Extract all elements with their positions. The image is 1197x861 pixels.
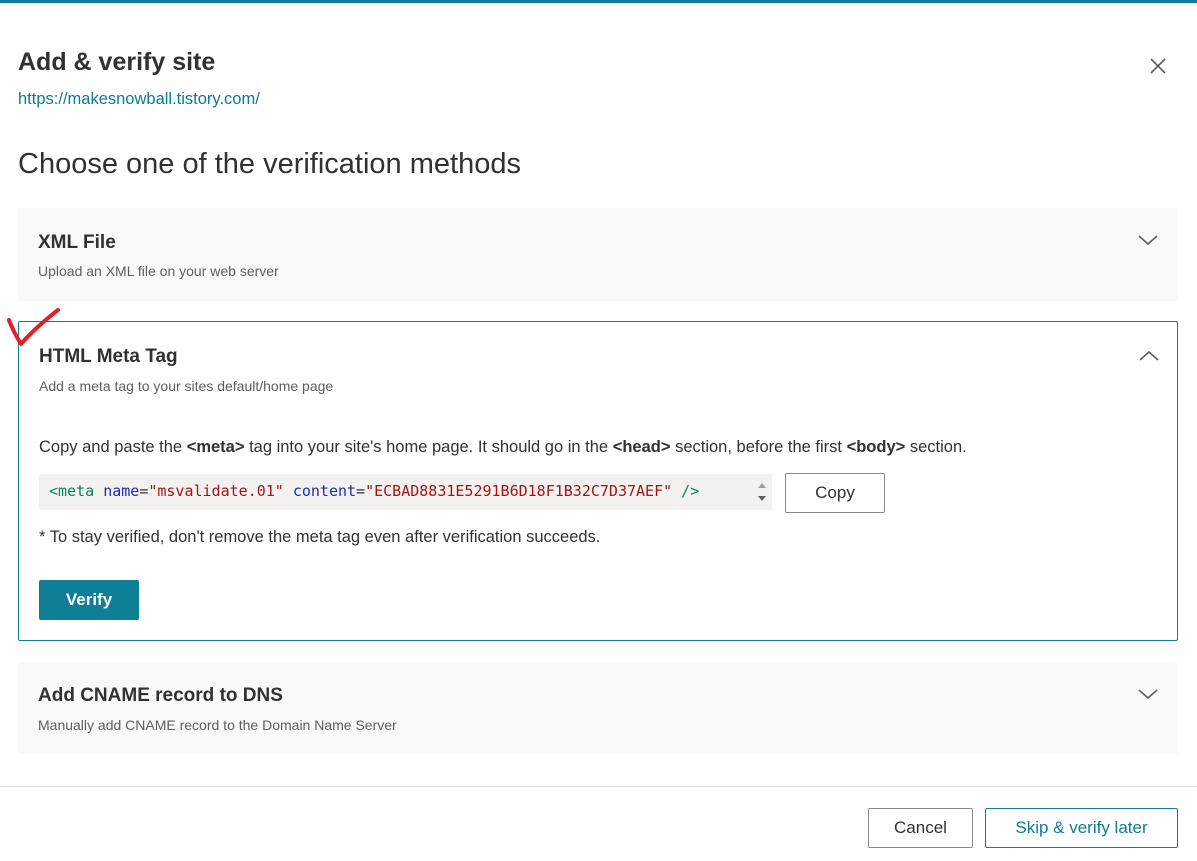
method-panel-meta-tag[interactable]: HTML Meta Tag Add a meta tag to your sit… xyxy=(18,321,1178,641)
code-content-value: "ECBAD8831E5291B6D18F1B32C7D37AEF" xyxy=(365,482,673,500)
chevron-up-icon xyxy=(1139,350,1159,361)
collapse-toggle[interactable] xyxy=(1137,344,1161,368)
close-icon xyxy=(1150,58,1166,74)
code-attr-value: "msvalidate.01" xyxy=(148,482,284,500)
chevron-down-icon xyxy=(1138,235,1158,246)
site-url-link[interactable]: https://makesnowball.tistory.com/ xyxy=(18,90,260,109)
meta-tag-code-field[interactable]: <meta name="msvalidate.01" content="ECBA… xyxy=(39,474,772,510)
copy-button[interactable]: Copy xyxy=(785,473,885,513)
code-equals: = xyxy=(139,482,149,500)
instructions-text: section, before the first xyxy=(670,438,847,456)
method-panel-xml[interactable]: XML File Upload an XML file on your web … xyxy=(18,208,1178,301)
meta-instructions: Copy and paste the <meta> tag into your … xyxy=(39,438,967,457)
method-title: Add CNAME record to DNS xyxy=(38,685,283,706)
code-open-bracket: < xyxy=(49,482,59,500)
section-heading: Choose one of the verification methods xyxy=(18,148,521,180)
code-attr-content: content xyxy=(292,482,357,500)
scroll-spinner-icon[interactable] xyxy=(756,479,768,505)
chevron-down-icon xyxy=(1138,689,1158,700)
checkmark-annotation-icon xyxy=(7,308,60,346)
skip-verify-later-button[interactable]: Skip & verify later xyxy=(985,808,1178,848)
code-close-bracket: /> xyxy=(681,482,700,500)
method-panel-cname[interactable]: Add CNAME record to DNS Manually add CNA… xyxy=(18,662,1178,754)
instructions-text: tag into your site's home page. It shoul… xyxy=(244,438,613,456)
method-subtitle: Add a meta tag to your sites default/hom… xyxy=(39,378,334,394)
method-subtitle: Upload an XML file on your web server xyxy=(38,263,279,279)
method-title: XML File xyxy=(38,232,116,253)
instructions-meta-tag: <meta> xyxy=(186,438,245,456)
method-subtitle: Manually add CNAME record to the Domain … xyxy=(38,717,397,733)
expand-toggle[interactable] xyxy=(1136,682,1160,706)
code-equals: = xyxy=(356,482,366,500)
close-button[interactable] xyxy=(1144,52,1172,80)
expand-toggle[interactable] xyxy=(1136,228,1160,252)
top-accent-stripe xyxy=(0,0,1197,3)
instructions-head-tag: <head> xyxy=(612,438,671,456)
dialog-title: Add & verify site xyxy=(18,48,216,76)
footer-divider xyxy=(0,786,1197,787)
cancel-button[interactable]: Cancel xyxy=(868,808,973,848)
verification-note: * To stay verified, don't remove the met… xyxy=(39,528,601,546)
verify-button[interactable]: Verify xyxy=(39,580,139,620)
instructions-text: Copy and paste the xyxy=(39,438,187,456)
code-attr-name: name xyxy=(103,482,140,500)
instructions-body-tag: <body> xyxy=(846,438,906,456)
instructions-text: section. xyxy=(905,438,967,456)
code-tag-name: meta xyxy=(58,482,95,500)
